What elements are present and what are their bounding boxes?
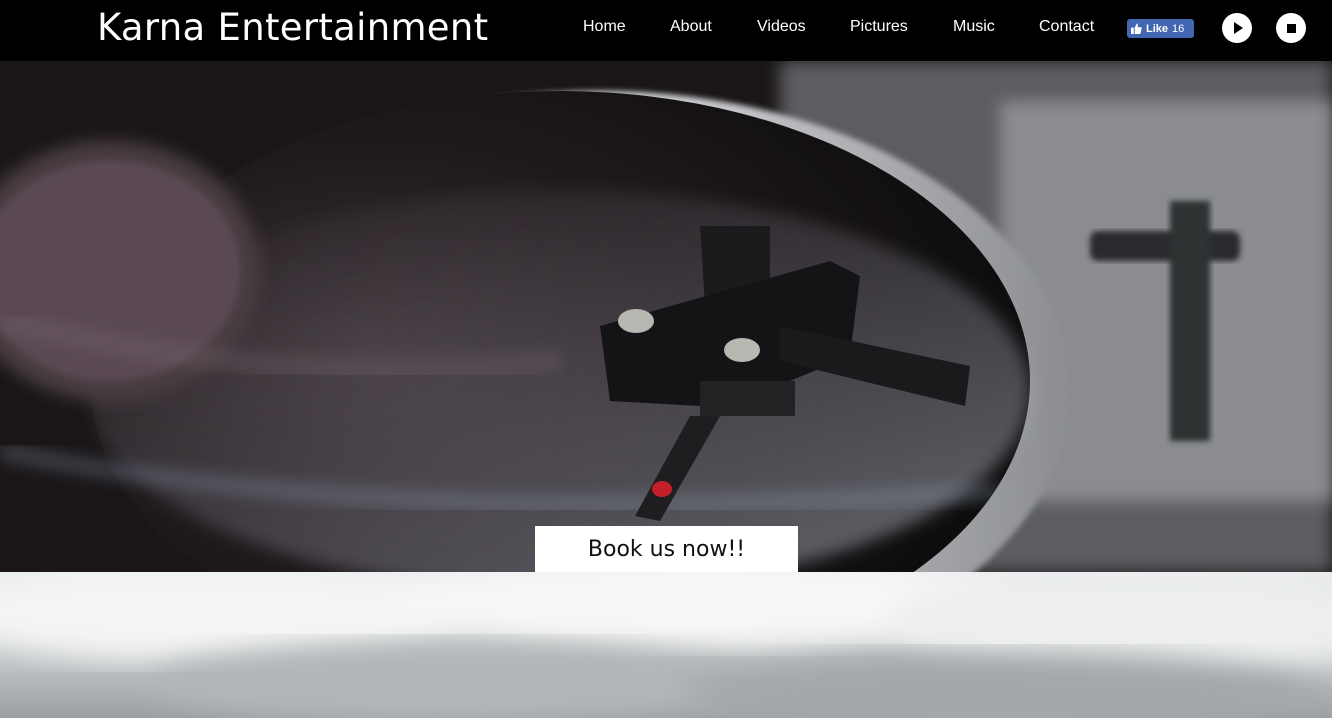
smoke-background-section bbox=[0, 572, 1332, 718]
play-icon bbox=[1234, 22, 1243, 34]
book-us-button[interactable]: Book us now!! bbox=[535, 526, 798, 572]
nav-pictures[interactable]: Pictures bbox=[850, 18, 908, 36]
site-header: Karna Entertainment Home About Videos Pi… bbox=[0, 0, 1332, 61]
nav-contact[interactable]: Contact bbox=[1039, 18, 1094, 36]
play-button[interactable] bbox=[1222, 13, 1252, 43]
hero-image bbox=[0, 61, 1332, 572]
site-title[interactable]: Karna Entertainment bbox=[97, 6, 488, 49]
facebook-like-label: Like bbox=[1146, 22, 1169, 35]
smoke-texture bbox=[0, 572, 1332, 718]
nav-music[interactable]: Music bbox=[953, 18, 995, 36]
facebook-like-button[interactable]: Like 16 bbox=[1127, 19, 1194, 38]
nav-about[interactable]: About bbox=[670, 18, 712, 36]
thumbs-up-icon bbox=[1131, 23, 1142, 34]
nav-videos[interactable]: Videos bbox=[757, 18, 806, 36]
turntable-illustration bbox=[0, 61, 1332, 572]
stop-button[interactable] bbox=[1276, 13, 1306, 43]
nav-home[interactable]: Home bbox=[583, 18, 626, 36]
stop-icon bbox=[1286, 23, 1296, 33]
facebook-like-count: 16 bbox=[1172, 22, 1185, 35]
